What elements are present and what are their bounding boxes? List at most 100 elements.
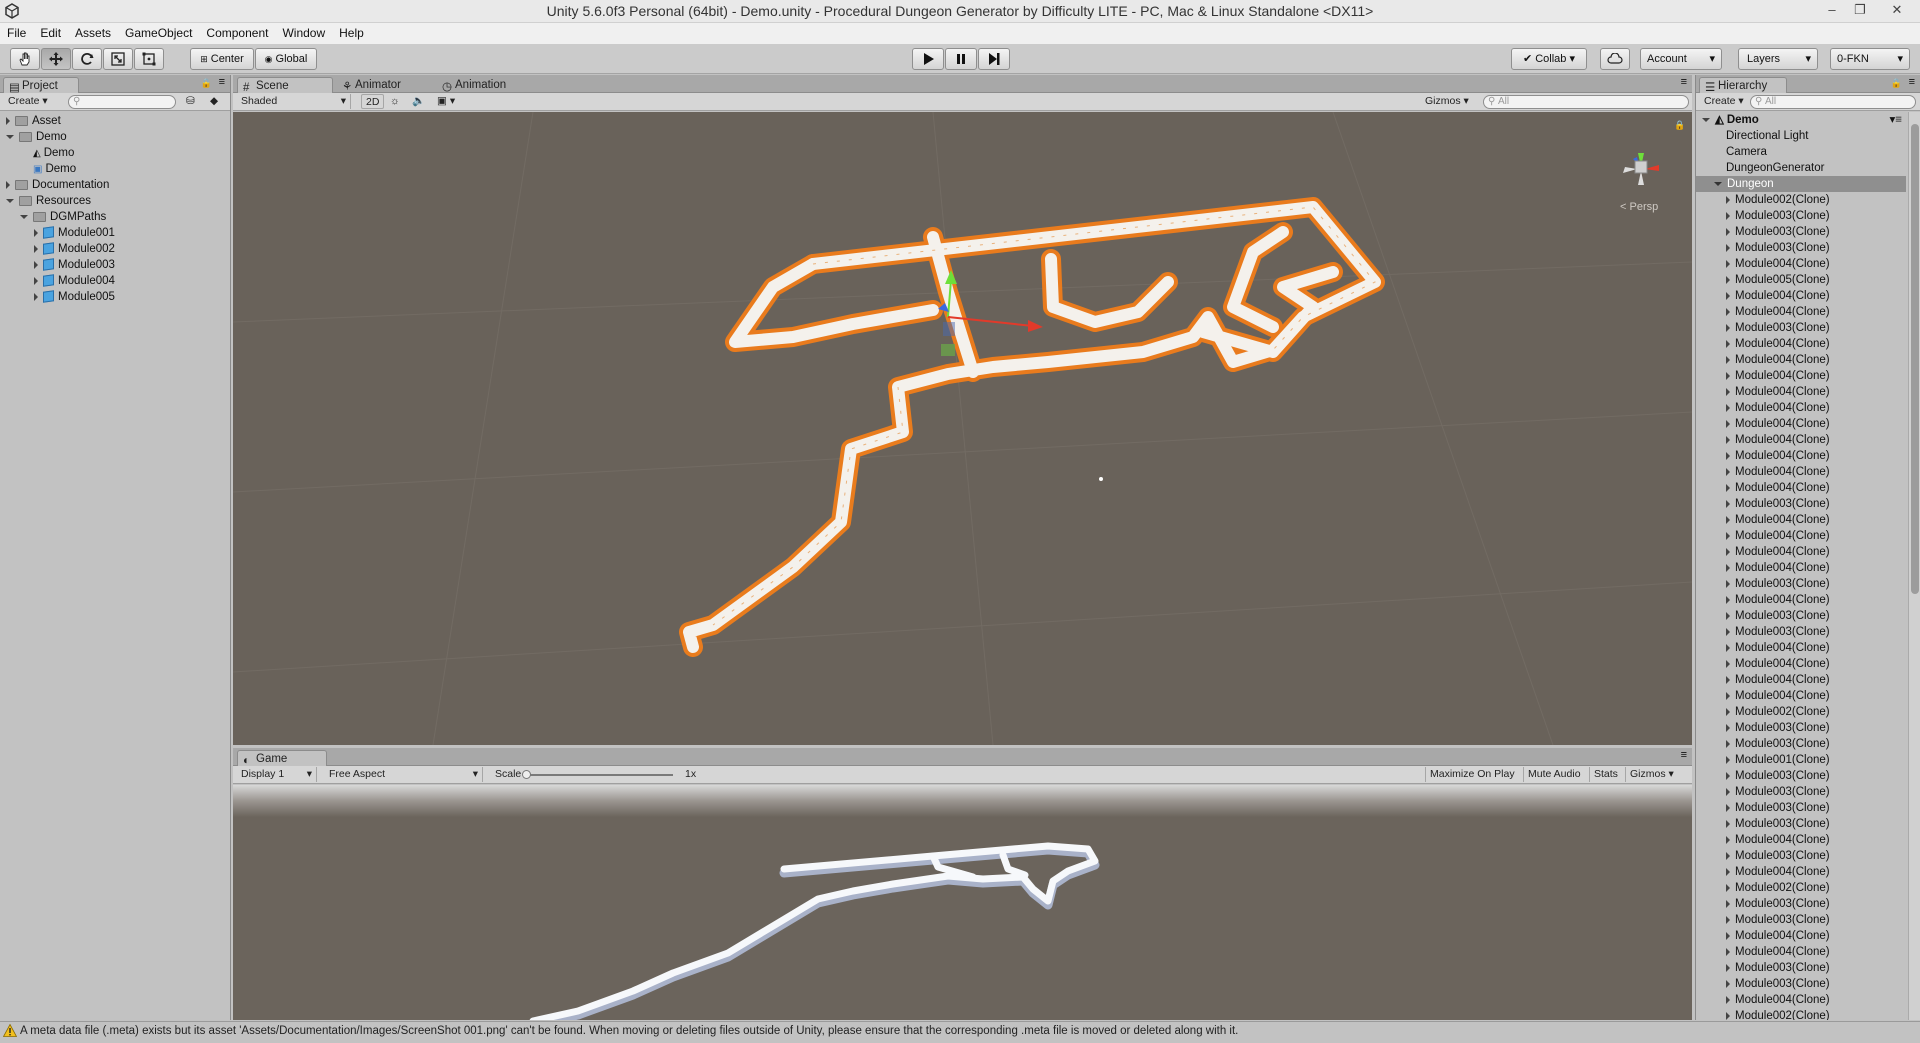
expand-arrow-icon[interactable]: [1726, 851, 1730, 860]
panel-menu-icon[interactable]: ≡: [1681, 76, 1687, 88]
tab-game[interactable]: ◐ Game: [237, 750, 327, 767]
hierarchy-module-row[interactable]: Module004(Clone): [1696, 336, 1906, 352]
restore-button[interactable]: ❐: [1846, 0, 1874, 22]
expand-arrow-icon[interactable]: [1726, 675, 1730, 684]
hierarchy-module-row[interactable]: Module003(Clone): [1696, 816, 1906, 832]
hierarchy-module-row[interactable]: Module001(Clone): [1696, 752, 1906, 768]
hierarchy-item-dungeon-generator[interactable]: DungeonGenerator: [1696, 160, 1906, 176]
hierarchy-item-directional-light[interactable]: Directional Light: [1696, 128, 1906, 144]
hierarchy-module-row[interactable]: Module004(Clone): [1696, 864, 1906, 880]
expand-arrow-icon[interactable]: [1726, 531, 1730, 540]
close-button[interactable]: ✕: [1874, 0, 1920, 22]
expand-arrow-icon[interactable]: [1726, 707, 1730, 716]
expand-arrow-icon[interactable]: [1726, 483, 1730, 492]
expand-arrow-icon[interactable]: [1726, 659, 1730, 668]
expand-arrow-icon[interactable]: [1726, 771, 1730, 780]
hierarchy-module-row[interactable]: Module004(Clone): [1696, 512, 1906, 528]
hierarchy-module-row[interactable]: Module004(Clone): [1696, 640, 1906, 656]
collapse-arrow-icon[interactable]: [6, 198, 14, 203]
project-item-documentation[interactable]: Documentation: [6, 177, 109, 193]
expand-arrow-icon[interactable]: [1726, 803, 1730, 812]
expand-arrow-icon[interactable]: [1726, 979, 1730, 988]
hand-tool-button[interactable]: [10, 48, 40, 70]
project-item-module002[interactable]: Module002: [34, 241, 115, 257]
pivot-center-button[interactable]: ⊞ Center: [190, 48, 254, 70]
expand-arrow-icon[interactable]: [1726, 547, 1730, 556]
hierarchy-module-row[interactable]: Module004(Clone): [1696, 992, 1906, 1008]
expand-arrow-icon[interactable]: [1726, 899, 1730, 908]
expand-arrow-icon[interactable]: [1726, 723, 1730, 732]
menu-gameobject[interactable]: GameObject: [118, 23, 199, 44]
hierarchy-module-row[interactable]: Module004(Clone): [1696, 928, 1906, 944]
menu-window[interactable]: Window: [275, 23, 332, 44]
space-global-button[interactable]: ◉ Global: [255, 48, 317, 70]
project-search-input[interactable]: ⚲: [68, 95, 176, 109]
project-item-dgmpaths[interactable]: DGMPaths: [20, 209, 106, 225]
project-create-dropdown[interactable]: Create ▾: [4, 94, 52, 109]
hierarchy-module-row[interactable]: Module003(Clone): [1696, 240, 1906, 256]
expand-arrow-icon[interactable]: [1726, 371, 1730, 380]
filter-label-icon[interactable]: ◆: [206, 94, 222, 109]
hierarchy-module-row[interactable]: Module003(Clone): [1696, 768, 1906, 784]
hierarchy-module-row[interactable]: Module003(Clone): [1696, 848, 1906, 864]
hierarchy-module-row[interactable]: Module004(Clone): [1696, 288, 1906, 304]
expand-arrow-icon[interactable]: [1726, 963, 1730, 972]
scene-audio-icon[interactable]: 🔈: [408, 94, 429, 109]
expand-arrow-icon[interactable]: [34, 292, 38, 301]
expand-arrow-icon[interactable]: [1726, 307, 1730, 316]
gizmos-dropdown[interactable]: Gizmos ▾: [1421, 94, 1473, 109]
expand-arrow-icon[interactable]: [1726, 339, 1730, 348]
project-item-demo-script[interactable]: ▣ Demo: [33, 161, 76, 177]
stats-toggle[interactable]: Stats: [1589, 767, 1622, 782]
expand-arrow-icon[interactable]: [1726, 243, 1730, 252]
hierarchy-module-row[interactable]: Module005(Clone): [1696, 272, 1906, 288]
hierarchy-module-row[interactable]: Module004(Clone): [1696, 832, 1906, 848]
panel-menu-icon[interactable]: ≡: [1909, 76, 1915, 88]
expand-arrow-icon[interactable]: [1726, 835, 1730, 844]
hierarchy-module-row[interactable]: Module004(Clone): [1696, 480, 1906, 496]
hierarchy-module-row[interactable]: Module004(Clone): [1696, 944, 1906, 960]
expand-arrow-icon[interactable]: [34, 228, 38, 237]
collapse-arrow-icon[interactable]: [1714, 181, 1722, 186]
hierarchy-module-row[interactable]: Module003(Clone): [1696, 960, 1906, 976]
hierarchy-module-row[interactable]: Module003(Clone): [1696, 624, 1906, 640]
hierarchy-module-row[interactable]: Module003(Clone): [1696, 720, 1906, 736]
filter-type-icon[interactable]: ⛁: [182, 94, 199, 109]
hierarchy-module-row[interactable]: Module003(Clone): [1696, 208, 1906, 224]
menu-component[interactable]: Component: [199, 23, 275, 44]
rect-tool-button[interactable]: [134, 48, 164, 70]
expand-arrow-icon[interactable]: [1726, 595, 1730, 604]
hierarchy-module-row[interactable]: Module002(Clone): [1696, 1008, 1906, 1020]
expand-arrow-icon[interactable]: [1726, 691, 1730, 700]
scrollbar-thumb[interactable]: [1911, 124, 1919, 594]
cloud-button[interactable]: [1600, 48, 1630, 70]
hierarchy-scene-row[interactable]: ◭ Demo ▾≡: [1696, 112, 1906, 128]
expand-arrow-icon[interactable]: [1726, 275, 1730, 284]
layers-dropdown[interactable]: Layers ▾: [1738, 48, 1818, 70]
scene-effects-icon[interactable]: ▣ ▾: [433, 94, 459, 109]
game-viewport[interactable]: [233, 785, 1692, 1020]
hierarchy-module-row[interactable]: Module003(Clone): [1696, 320, 1906, 336]
project-item-resources[interactable]: Resources: [6, 193, 91, 209]
project-item-module003[interactable]: Module003: [34, 257, 115, 273]
orientation-gizmo[interactable]: [1623, 153, 1659, 185]
expand-arrow-icon[interactable]: [1726, 387, 1730, 396]
hierarchy-module-row[interactable]: Module004(Clone): [1696, 256, 1906, 272]
menu-file[interactable]: File: [0, 23, 33, 44]
collab-dropdown[interactable]: ✔ Collab ▾: [1511, 48, 1587, 70]
step-button[interactable]: [978, 48, 1010, 70]
panel-menu-icon[interactable]: ≡: [1681, 749, 1687, 761]
tab-animator[interactable]: ⚘ Animator: [337, 77, 433, 93]
project-item-module005[interactable]: Module005: [34, 289, 115, 305]
panel-menu-icon[interactable]: ≡: [219, 76, 225, 88]
hierarchy-module-row[interactable]: Module004(Clone): [1696, 352, 1906, 368]
expand-arrow-icon[interactable]: [1726, 515, 1730, 524]
hierarchy-module-row[interactable]: Module004(Clone): [1696, 528, 1906, 544]
project-item-module001[interactable]: Module001: [34, 225, 115, 241]
hierarchy-module-row[interactable]: Module002(Clone): [1696, 704, 1906, 720]
hierarchy-item-dungeon[interactable]: Dungeon: [1696, 176, 1906, 192]
hierarchy-module-row[interactable]: Module003(Clone): [1696, 608, 1906, 624]
layout-dropdown[interactable]: 0-FKN ▾: [1830, 48, 1910, 70]
status-bar[interactable]: A meta data file (.meta) exists but its …: [0, 1021, 1920, 1040]
hierarchy-module-row[interactable]: Module003(Clone): [1696, 576, 1906, 592]
